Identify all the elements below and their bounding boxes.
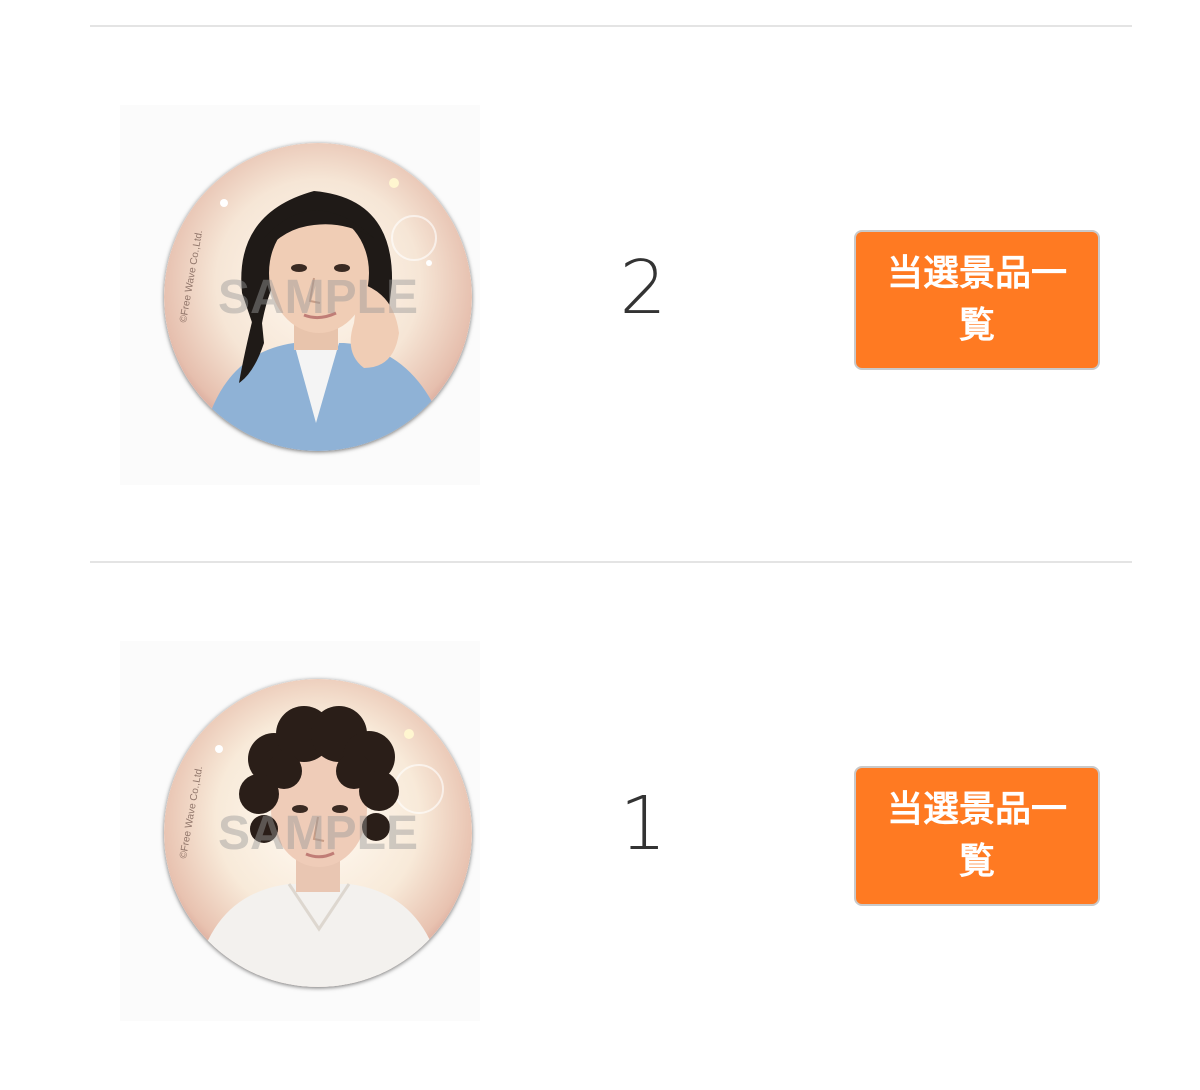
quantity-value: 1 <box>619 781 667 867</box>
prize-list: SAMPLE ©Free Wave Co.,Ltd. 2 当選景品一覧 SAMP… <box>0 0 1200 1090</box>
quantity-value: 2 <box>619 245 667 331</box>
can-badge-image: SAMPLE ©Free Wave Co.,Ltd. <box>164 679 472 987</box>
prize-row: SAMPLE ©Free Wave Co.,Ltd. 1 当選景品一覧 <box>90 563 1132 1090</box>
prize-row: SAMPLE ©Free Wave Co.,Ltd. 2 当選景品一覧 <box>90 27 1132 561</box>
sample-watermark: SAMPLE <box>218 807 418 860</box>
can-badge-image: SAMPLE ©Free Wave Co.,Ltd. <box>164 143 472 451</box>
prize-list-button[interactable]: 当選景品一覧 <box>854 230 1100 370</box>
sample-watermark: SAMPLE <box>218 271 418 324</box>
product-thumbnail[interactable]: SAMPLE ©Free Wave Co.,Ltd. <box>120 641 480 1021</box>
prize-list-button[interactable]: 当選景品一覧 <box>854 766 1100 906</box>
product-thumbnail[interactable]: SAMPLE ©Free Wave Co.,Ltd. <box>120 105 480 485</box>
